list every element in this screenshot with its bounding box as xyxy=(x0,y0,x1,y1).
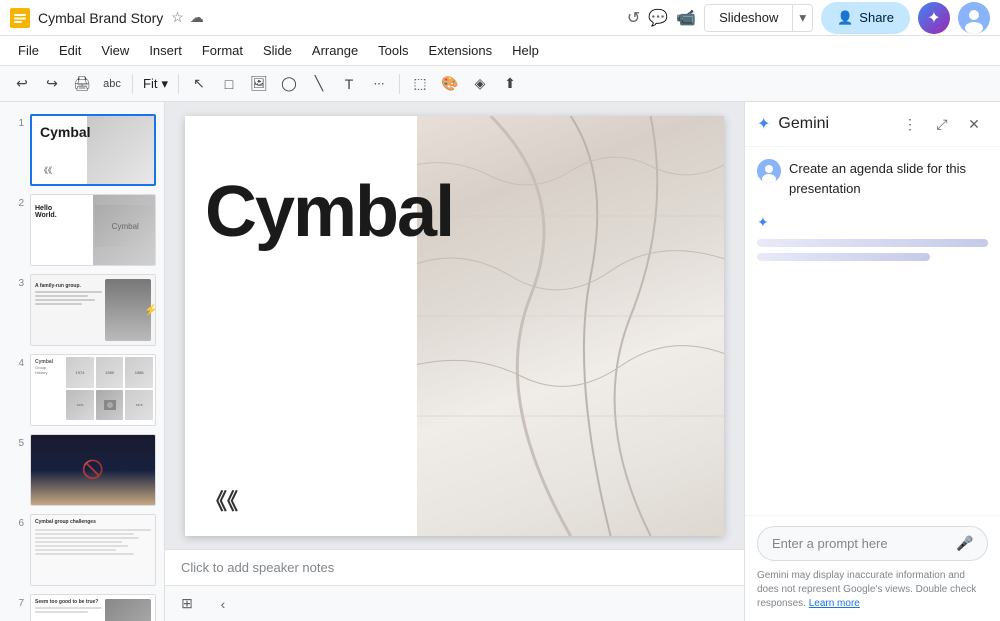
slide-thumb-2: Hello World. Cymbal xyxy=(30,194,156,266)
toolbar-shape[interactable]: □ xyxy=(215,70,243,98)
app-title: Cymbal Brand Story xyxy=(38,10,163,26)
toolbar-bg[interactable]: ⬚ xyxy=(406,70,434,98)
slide-item-1[interactable]: 1 Cymbal 《《 xyxy=(0,110,164,190)
title-bar: Cymbal Brand Story ☆ ☁ ↺ 💬 📹 Slideshow ▾… xyxy=(0,0,1000,36)
menu-insert[interactable]: Insert xyxy=(141,39,190,62)
slide-item-5[interactable]: 5 🚫 xyxy=(0,430,164,510)
slideshow-dropdown-button[interactable]: ▾ xyxy=(792,5,812,31)
slide-main-text: Cymbal xyxy=(205,176,453,248)
toolbar-sep3 xyxy=(399,74,400,94)
slide-canvas[interactable]: Cymbal 《《 xyxy=(185,116,724,536)
slide-item-4[interactable]: 4 Cymbal Group History 1974 1980 1986 19… xyxy=(0,350,164,430)
slide-thumb-6: Cymbal group challenges xyxy=(30,514,156,586)
history-icon[interactable]: ↺ xyxy=(627,8,640,28)
menu-view[interactable]: View xyxy=(93,39,137,62)
chat-icon[interactable]: 💬 xyxy=(648,8,668,28)
toolbar-line[interactable]: ╲ xyxy=(305,70,333,98)
slide-3-icon: ⚡ xyxy=(144,304,158,317)
gemini-body: Create an agenda slide for this presenta… xyxy=(745,147,1000,515)
slide-canvas-area[interactable]: Cymbal 《《 xyxy=(165,102,744,549)
app-icon xyxy=(10,8,30,28)
collapse-panel-button[interactable]: ‹ xyxy=(209,590,237,618)
slide-thumb-1: Cymbal 《《 xyxy=(30,114,156,186)
toolbar-zoom[interactable]: Fit ▾ xyxy=(139,76,172,92)
cloud-icon[interactable]: ☁ xyxy=(190,9,204,26)
gemini-loading-indicator: ✦ xyxy=(757,210,988,265)
slide-item-3[interactable]: 3 A family-run group. xyxy=(0,270,164,350)
share-label: Share xyxy=(859,10,894,25)
toolbar-more[interactable]: ⋯ xyxy=(365,70,393,98)
gemini-prompt-input[interactable] xyxy=(772,536,948,551)
editor-area: Cymbal 《《 Click to add speaker notes ⊞ ‹ xyxy=(165,102,744,621)
grid-view-button[interactable]: ⊞ xyxy=(173,590,201,618)
gemini-loading-bar-1 xyxy=(757,239,988,247)
slide-item-6[interactable]: 6 Cymbal group challenges xyxy=(0,510,164,590)
menu-bar: File Edit View Insert Format Slide Arran… xyxy=(0,36,1000,66)
slide-panel: 1 Cymbal 《《 2 Hello World. Cymba xyxy=(0,102,165,621)
gemini-user-message-text: Create an agenda slide for this presenta… xyxy=(789,159,988,198)
gemini-input-area[interactable]: 🎤 xyxy=(757,526,988,561)
gemini-loading-bar-2 xyxy=(757,253,930,261)
slide-thumb-3: A family-run group. xyxy=(30,274,156,346)
slide-item-2[interactable]: 2 Hello World. Cymbal xyxy=(0,190,164,270)
menu-edit[interactable]: Edit xyxy=(51,39,89,62)
gemini-more-button[interactable]: ⋮ xyxy=(896,110,924,138)
gemini-disclaimer: Gemini may display inaccurate informatio… xyxy=(757,569,988,611)
toolbar-shapes2[interactable]: ◯ xyxy=(275,70,303,98)
toolbar-layout[interactable]: ⬆ xyxy=(496,70,524,98)
user-avatar[interactable] xyxy=(958,2,990,34)
share-button[interactable]: 👤 Share xyxy=(821,2,910,34)
menu-format[interactable]: Format xyxy=(194,39,251,62)
menu-slide[interactable]: Slide xyxy=(255,39,300,62)
toolbar-redo[interactable]: ↪ xyxy=(38,70,66,98)
gemini-user-message: Create an agenda slide for this presenta… xyxy=(757,159,988,198)
gemini-header: ✦ Gemini ⋮ ⤢ ✕ xyxy=(745,102,1000,147)
toolbar-theme[interactable]: 🎨 xyxy=(436,70,464,98)
toolbar-sep2 xyxy=(178,74,179,94)
menu-file[interactable]: File xyxy=(10,39,47,62)
toolbar-spellcheck[interactable]: abc xyxy=(98,70,126,98)
title-right: ↺ 💬 📹 Slideshow ▾ 👤 Share ✦ xyxy=(627,2,990,34)
toolbar-cursor[interactable]: ↖ xyxy=(185,70,213,98)
menu-help[interactable]: Help xyxy=(504,39,547,62)
gemini-footer: 🎤 Gemini may display inaccurate informat… xyxy=(745,515,1000,621)
gemini-microphone-icon[interactable]: 🎤 xyxy=(956,535,973,552)
toolbar-image[interactable]: 🖼 xyxy=(245,70,273,98)
menu-extensions[interactable]: Extensions xyxy=(421,39,501,62)
gemini-top-button[interactable]: ✦ xyxy=(918,2,950,34)
slide-thumb-7: Seem too good to be true? xyxy=(30,594,156,621)
star-icon[interactable]: ☆ xyxy=(171,9,184,26)
gemini-header-icons: ⋮ ⤢ ✕ xyxy=(896,110,988,138)
gemini-user-avatar xyxy=(757,159,781,183)
title-icons: ☆ ☁ xyxy=(171,9,204,26)
slideshow-button[interactable]: Slideshow ▾ xyxy=(704,4,813,32)
gemini-expand-button[interactable]: ⤢ xyxy=(928,110,956,138)
bottom-toolbar: ⊞ ‹ xyxy=(165,585,744,621)
notes-placeholder[interactable]: Click to add speaker notes xyxy=(181,560,334,575)
share-icon: 👤 xyxy=(837,10,853,26)
toolbar-transition[interactable]: ◈ xyxy=(466,70,494,98)
gemini-star-icon: ✦ xyxy=(757,114,770,134)
toolbar-print[interactable]: 🖨 xyxy=(68,70,96,98)
gemini-close-button[interactable]: ✕ xyxy=(960,110,988,138)
gemini-title: Gemini xyxy=(778,115,888,133)
slideshow-main-button[interactable]: Slideshow xyxy=(705,5,792,31)
video-icon[interactable]: 📹 xyxy=(676,8,696,28)
slide-thumb-4: Cymbal Group History 1974 1980 1986 1970… xyxy=(30,354,156,426)
menu-arrange[interactable]: Arrange xyxy=(304,39,366,62)
slide-item-7[interactable]: 7 Seem too good to be true? xyxy=(0,590,164,621)
slide-logo: 《《 xyxy=(205,484,238,516)
toolbar-textbox[interactable]: T xyxy=(335,70,363,98)
gemini-learn-more-link[interactable]: Learn more xyxy=(809,598,860,609)
main-content: 1 Cymbal 《《 2 Hello World. Cymba xyxy=(0,102,1000,621)
toolbar-sep1 xyxy=(132,74,133,94)
menu-tools[interactable]: Tools xyxy=(370,39,416,62)
notes-bar[interactable]: Click to add speaker notes xyxy=(165,549,744,585)
gemini-panel: ✦ Gemini ⋮ ⤢ ✕ Create an agenda slide fo… xyxy=(744,102,1000,621)
toolbar-undo[interactable]: ↩ xyxy=(8,70,36,98)
slide-thumb-5: 🚫 xyxy=(30,434,156,506)
toolbar: ↩ ↪ 🖨 abc Fit ▾ ↖ □ 🖼 ◯ ╲ T ⋯ ⬚ 🎨 ◈ ⬆ xyxy=(0,66,1000,102)
gemini-loading-star-icon: ✦ xyxy=(757,214,988,231)
